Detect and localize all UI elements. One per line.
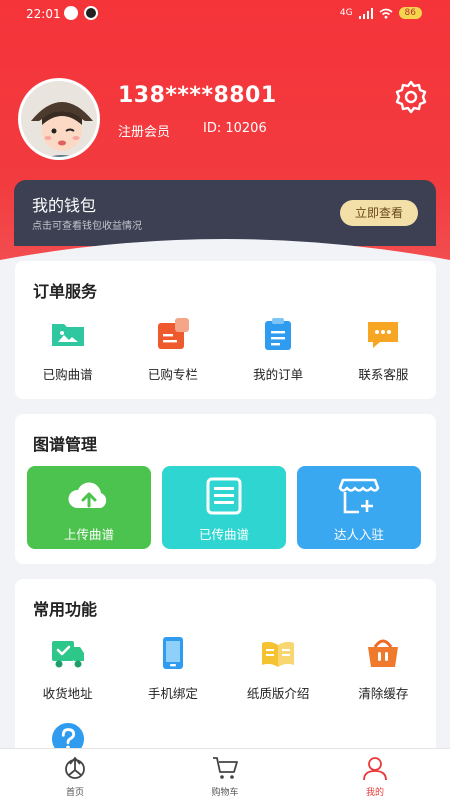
paper-edition-item[interactable]: 纸质版介绍 bbox=[226, 635, 331, 702]
wallet-subtitle: 点击可查看钱包收益情况 bbox=[32, 221, 142, 232]
uploaded-sheets-label: 已传曲谱 bbox=[198, 527, 249, 542]
clipboard-icon bbox=[265, 318, 292, 350]
phone-binding-label: 手机绑定 bbox=[147, 686, 198, 701]
purchased-columns-label: 已购专栏 bbox=[147, 367, 198, 382]
common-functions-card: 常用功能 收货地址 手机绑定 纸质版介绍 清除缓存 bbox=[15, 579, 436, 759]
tab-mine-label: 我的 bbox=[365, 788, 384, 798]
chat-icon bbox=[368, 322, 399, 348]
cloud-upload-icon bbox=[68, 482, 107, 508]
order-services-card: 订单服务 已购曲谱 已购专栏 我的订单 联系客服 bbox=[15, 261, 436, 399]
user-icon bbox=[363, 757, 387, 781]
sheet-management-card: 图谱管理 上传曲谱 已传曲谱 达人入驻 bbox=[15, 414, 436, 564]
clear-cache-label: 清除缓存 bbox=[358, 686, 409, 701]
wallet-title: 我的钱包 bbox=[32, 196, 97, 215]
member-level: 注册会员 bbox=[118, 125, 171, 140]
list-icon bbox=[206, 477, 242, 515]
shipping-address-item[interactable]: 收货地址 bbox=[15, 635, 120, 702]
phone-icon bbox=[162, 637, 183, 669]
cart-icon bbox=[213, 757, 238, 779]
common-functions-title: 常用功能 bbox=[33, 600, 98, 619]
shop-icon bbox=[338, 478, 380, 514]
avatar[interactable] bbox=[18, 78, 100, 160]
clear-cache-item[interactable]: 清除缓存 bbox=[331, 635, 436, 702]
purchased-sheets-label: 已购曲谱 bbox=[42, 367, 93, 382]
column-icon bbox=[157, 318, 189, 349]
home-icon bbox=[65, 756, 85, 779]
paper-edition-label: 纸质版介绍 bbox=[246, 686, 310, 701]
uploaded-sheets-tile[interactable]: 已传曲谱 bbox=[162, 466, 286, 549]
network-label: 4G bbox=[339, 8, 353, 18]
app-notification-icon bbox=[84, 6, 98, 20]
wallet-curve bbox=[0, 239, 450, 266]
tab-home-label: 首页 bbox=[65, 788, 84, 798]
my-orders-label: 我的订单 bbox=[253, 367, 304, 382]
purchased-sheets-item[interactable]: 已购曲谱 bbox=[15, 316, 120, 383]
bottom-tab-bar: 首页 购物车 我的 bbox=[0, 748, 450, 800]
contact-support-label: 联系客服 bbox=[358, 367, 409, 382]
wallet-view-button[interactable]: 立即查看 bbox=[340, 200, 418, 226]
member-id: ID: 10206 bbox=[203, 121, 267, 136]
tab-mine[interactable]: 我的 bbox=[335, 751, 415, 798]
upload-sheet-tile[interactable]: 上传曲谱 bbox=[27, 466, 151, 549]
sheet-management-title: 图谱管理 bbox=[33, 435, 98, 454]
settings-button[interactable] bbox=[392, 78, 430, 116]
my-orders-item[interactable]: 我的订单 bbox=[226, 316, 331, 383]
status-time: 22:01 bbox=[26, 7, 61, 21]
tab-home[interactable]: 首页 bbox=[35, 751, 115, 798]
expert-join-label: 达人入驻 bbox=[333, 527, 384, 542]
signal-icon bbox=[358, 7, 373, 19]
expert-join-tile[interactable]: 达人入驻 bbox=[297, 466, 421, 549]
notification-icon bbox=[64, 6, 78, 20]
folder-icon bbox=[51, 324, 84, 346]
contact-support-item[interactable]: 联系客服 bbox=[331, 316, 436, 383]
wifi-icon bbox=[379, 8, 393, 19]
book-icon bbox=[262, 641, 295, 667]
truck-icon bbox=[51, 641, 84, 668]
username: 138****8801 bbox=[118, 83, 277, 108]
phone-binding-item[interactable]: 手机绑定 bbox=[120, 635, 225, 702]
status-bar: 22:01 4G 86 bbox=[0, 0, 450, 30]
basket-icon bbox=[368, 639, 399, 667]
upload-sheet-label: 上传曲谱 bbox=[63, 527, 114, 542]
tab-cart-label: 购物车 bbox=[211, 788, 239, 798]
gear-icon bbox=[395, 80, 427, 114]
shipping-address-label: 收货地址 bbox=[42, 686, 93, 701]
battery-indicator: 86 bbox=[398, 7, 422, 19]
order-services-title: 订单服务 bbox=[33, 282, 98, 301]
purchased-columns-item[interactable]: 已购专栏 bbox=[120, 316, 225, 383]
tab-cart[interactable]: 购物车 bbox=[185, 751, 265, 798]
